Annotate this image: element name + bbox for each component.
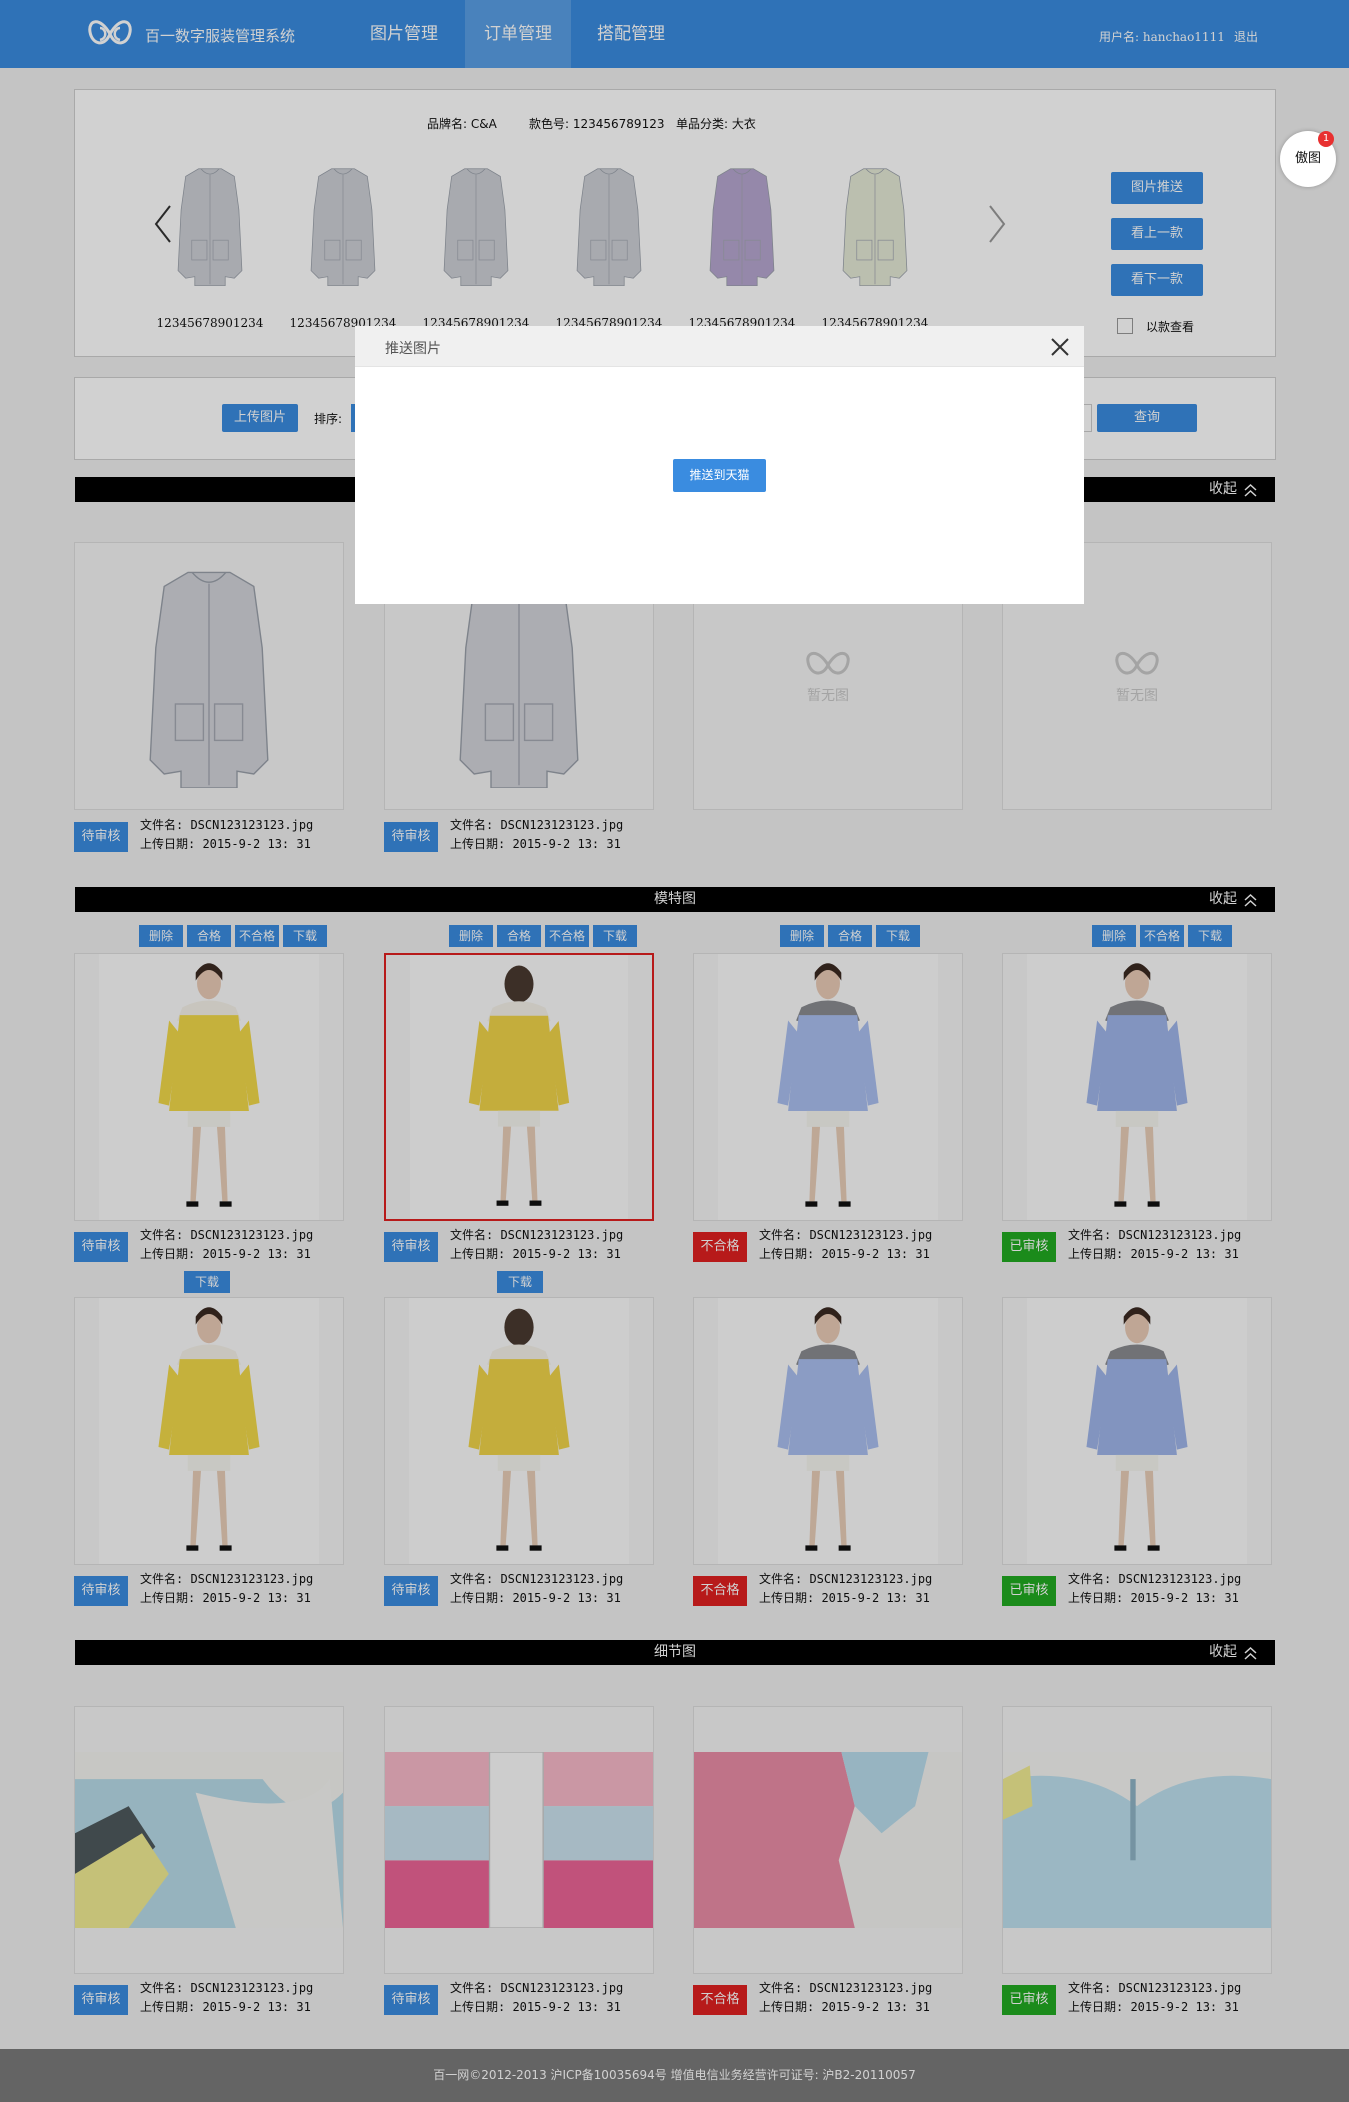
aotu-label: 傲图	[1294, 151, 1321, 166]
notification-count-badge: 1	[1318, 131, 1334, 147]
close-icon[interactable]	[1050, 337, 1070, 357]
dialog-title: 推送图片	[385, 341, 441, 357]
modal-overlay	[0, 0, 1349, 2102]
push-image-dialog: 推送图片 推送到天猫	[355, 326, 1084, 604]
dialog-header	[355, 326, 1084, 367]
push-to-tmall-button[interactable]: 推送到天猫	[673, 459, 766, 492]
